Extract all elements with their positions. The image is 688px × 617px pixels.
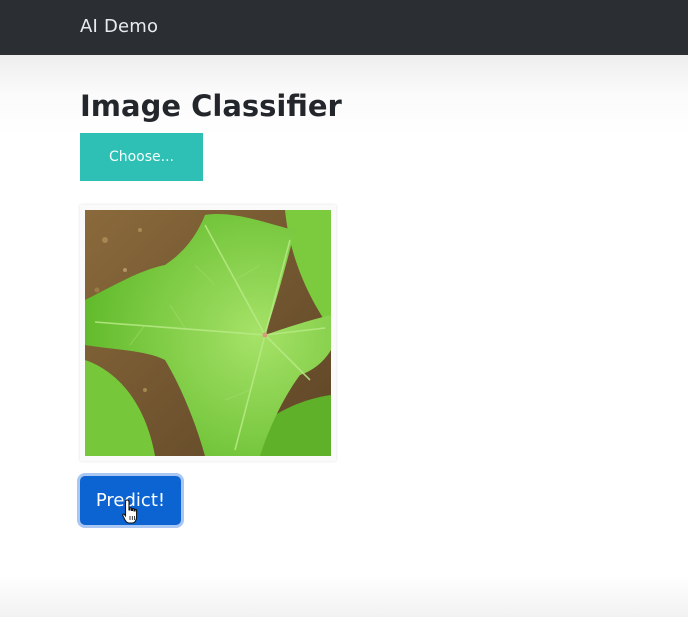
leaf-image — [85, 210, 331, 456]
navbar: AI Demo — [0, 0, 688, 55]
main-content: Image Classifier Choose... Predict! — [0, 55, 688, 617]
choose-file-button[interactable]: Choose... — [80, 133, 203, 181]
hand-pointer-icon — [122, 499, 138, 524]
navbar-brand[interactable]: AI Demo — [80, 16, 158, 37]
image-preview — [80, 205, 336, 461]
page-title: Image Classifier — [80, 89, 342, 123]
